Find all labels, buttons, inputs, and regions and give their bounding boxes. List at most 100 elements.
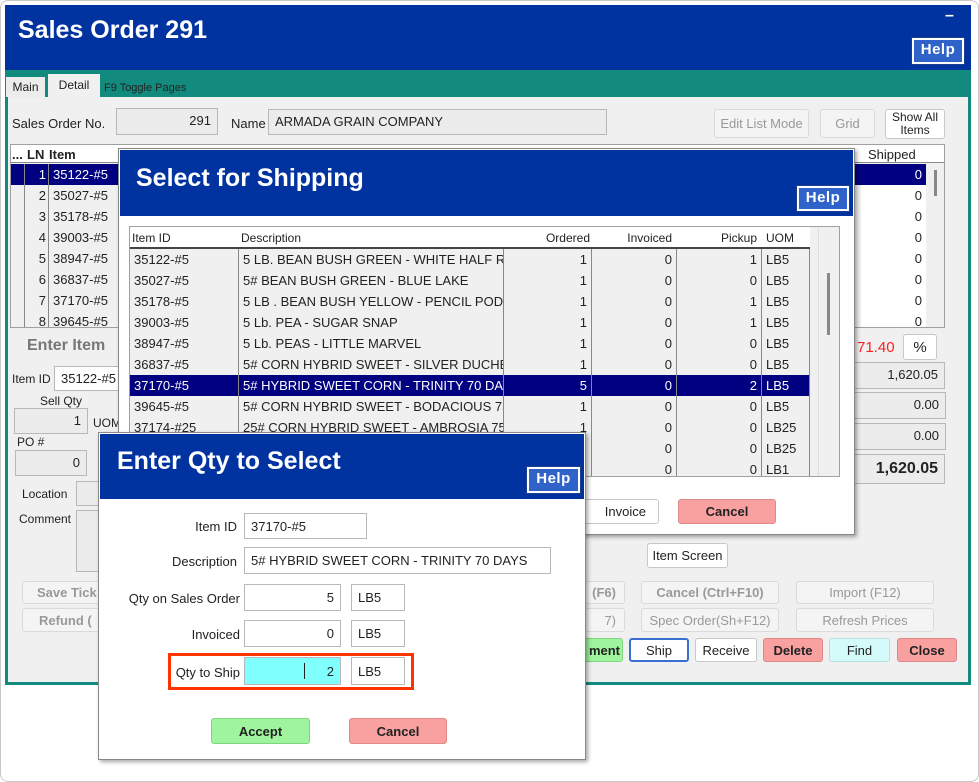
line-number: 7: [25, 290, 49, 311]
close-button[interactable]: Close: [897, 638, 957, 662]
tab-main[interactable]: Main: [6, 77, 45, 97]
import-button[interactable]: Import (F12): [796, 581, 934, 604]
qty-item-id-field[interactable]: 37170-#5: [244, 513, 367, 539]
uom-label: UOM: [93, 416, 121, 430]
invoiced-field[interactable]: 0: [244, 620, 341, 647]
item-screen-button[interactable]: Item Screen: [647, 543, 728, 568]
margin-value: 71.40: [857, 339, 895, 356]
shipped-qty: 0: [861, 248, 926, 269]
table-row[interactable]: 35122-#5 5 LB. BEAN BUSH GREEN - WHITE HA…: [130, 249, 810, 270]
ship-pickup: 1: [677, 312, 762, 333]
ship-invoiced: 0: [592, 354, 677, 375]
invoiced-uom[interactable]: LB5: [351, 620, 405, 647]
percent-button[interactable]: %: [903, 334, 937, 360]
delete-button[interactable]: Delete: [763, 638, 823, 662]
table-row[interactable]: 39003-#5 5 Lb. PEA - SUGAR SNAP 1 0 1 LB5: [130, 312, 810, 333]
ship-invoiced: 0: [592, 312, 677, 333]
window-titlebar: Sales Order 291 – Help: [5, 5, 971, 70]
table-row[interactable]: 37170-#5 5# HYBRID SWEET CORN - TRINITY 7…: [130, 375, 810, 396]
qty-to-ship-field[interactable]: 2: [244, 657, 341, 685]
ship-ordered: 1: [504, 249, 592, 270]
qty-cancel-button[interactable]: Cancel: [349, 718, 447, 744]
ship-pickup: 0: [677, 438, 762, 459]
receive-button[interactable]: Receive: [695, 638, 757, 662]
table-row[interactable]: 35027-#5 5# BEAN BUSH GREEN - BLUE LAKE 1 0…: [130, 270, 810, 291]
ship-invoiced: 0: [592, 438, 677, 459]
shipping-cancel-button[interactable]: Cancel: [678, 499, 776, 524]
row-marker: [11, 290, 25, 311]
sales-order-no-field[interactable]: 291: [116, 108, 218, 135]
window-title: Sales Order 291: [18, 16, 208, 44]
qty-dialog-title: Enter Qty to Select: [117, 447, 341, 475]
comment-label: Comment: [19, 512, 72, 526]
ship-ordered: 1: [504, 333, 592, 354]
sell-qty-field[interactable]: 1: [14, 408, 88, 434]
ship-invoiced: 0: [592, 396, 677, 417]
row-marker: [11, 227, 25, 248]
refresh-prices-button[interactable]: Refresh Prices: [796, 608, 934, 632]
ship-item-id: 39645-#5: [130, 396, 239, 417]
row-marker: [11, 185, 25, 206]
item-id-field[interactable]: 35122-#5: [54, 366, 120, 391]
ship-item-id: 35122-#5: [130, 249, 239, 270]
find-button[interactable]: Find: [829, 638, 890, 662]
enter-item-title: Enter Item: [27, 337, 106, 354]
shipping-grid-scrollbar[interactable]: [818, 227, 839, 476]
ship-pickup: 2: [677, 375, 762, 396]
edit-list-mode-button[interactable]: Edit List Mode: [714, 109, 809, 138]
qty-to-ship-value: 2: [326, 663, 334, 679]
minimize-button[interactable]: –: [945, 7, 954, 25]
ship-pickup: 0: [677, 270, 762, 291]
col-ordered: Ordered: [545, 231, 590, 245]
item-id: 39003-#5: [53, 230, 108, 245]
item-id: 36837-#5: [53, 272, 108, 287]
spec-order-button[interactable]: Spec Order(Sh+F12): [641, 608, 779, 632]
col-item-id: Item ID: [132, 231, 171, 245]
show-all-items-button[interactable]: Show All Items: [885, 109, 945, 139]
ship-item-id: 38947-#5: [130, 333, 239, 354]
ship-pickup: 0: [677, 396, 762, 417]
qty-help-button[interactable]: Help: [526, 466, 581, 494]
ship-uom: LB25: [762, 438, 810, 459]
table-row[interactable]: 38947-#5 5 Lb. PEAS - LITTLE MARVEL 1 0 0 LB5: [130, 333, 810, 354]
item-id: 39645-#5: [53, 314, 108, 328]
ship-uom: LB5: [762, 354, 810, 375]
shipped-qty: 0: [861, 185, 926, 206]
qty-to-ship-label: Qty to Ship: [175, 665, 240, 680]
item-id: 35178-#5: [53, 209, 108, 224]
ship-ordered: 1: [504, 354, 592, 375]
ship-pickup: 0: [677, 354, 762, 375]
customer-name-field[interactable]: ARMADA GRAIN COMPANY: [268, 109, 607, 135]
shipped-qty: 0: [861, 227, 926, 248]
line-number: 4: [25, 227, 49, 248]
row-marker: [11, 311, 25, 327]
ship-description: 5 Lb. PEAS - LITTLE MARVEL: [239, 333, 504, 354]
grid-scrollbar[interactable]: [926, 164, 944, 327]
qty-on-so-uom[interactable]: LB5: [351, 584, 405, 611]
col-description: Description: [241, 231, 302, 245]
subtotal-field: 1,620.05: [850, 362, 945, 389]
qty-description-field[interactable]: 5# HYBRID SWEET CORN - TRINITY 70 DAYS: [244, 547, 551, 574]
table-row[interactable]: 35178-#5 5 LB . BEAN BUSH YELLOW - PENCIL…: [130, 291, 810, 312]
tab-detail[interactable]: Detail: [48, 74, 100, 97]
shipped-qty: 0: [861, 311, 926, 327]
sales-order-no-label: Sales Order No.: [12, 116, 106, 131]
ship-button[interactable]: Ship: [629, 638, 689, 662]
ship-description: 5 LB . BEAN BUSH YELLOW - PENCIL POD: [239, 291, 504, 312]
col-header-item: Item: [49, 147, 76, 162]
col-header-shipped: Shipped: [868, 147, 916, 162]
total-field: 1,620.05: [850, 454, 945, 484]
show-all-label-2: Items: [900, 123, 930, 137]
qty-on-so-field[interactable]: 5: [244, 584, 341, 611]
grid-button[interactable]: Grid: [820, 109, 875, 138]
table-row[interactable]: 36837-#5 5# CORN HYBRID SWEET - SILVER DU…: [130, 354, 810, 375]
table-row[interactable]: 39645-#5 5# CORN HYBRID SWEET - BODACIOUS…: [130, 396, 810, 417]
qty-to-ship-uom[interactable]: LB5: [351, 657, 405, 685]
accept-button[interactable]: Accept: [211, 718, 310, 744]
line-number: 5: [25, 248, 49, 269]
cancel-order-button[interactable]: Cancel (Ctrl+F10): [641, 581, 779, 604]
help-button[interactable]: Help: [911, 37, 965, 65]
po-field[interactable]: 0: [15, 450, 87, 476]
shipping-help-button[interactable]: Help: [796, 185, 850, 212]
ship-ordered: 1: [504, 312, 592, 333]
